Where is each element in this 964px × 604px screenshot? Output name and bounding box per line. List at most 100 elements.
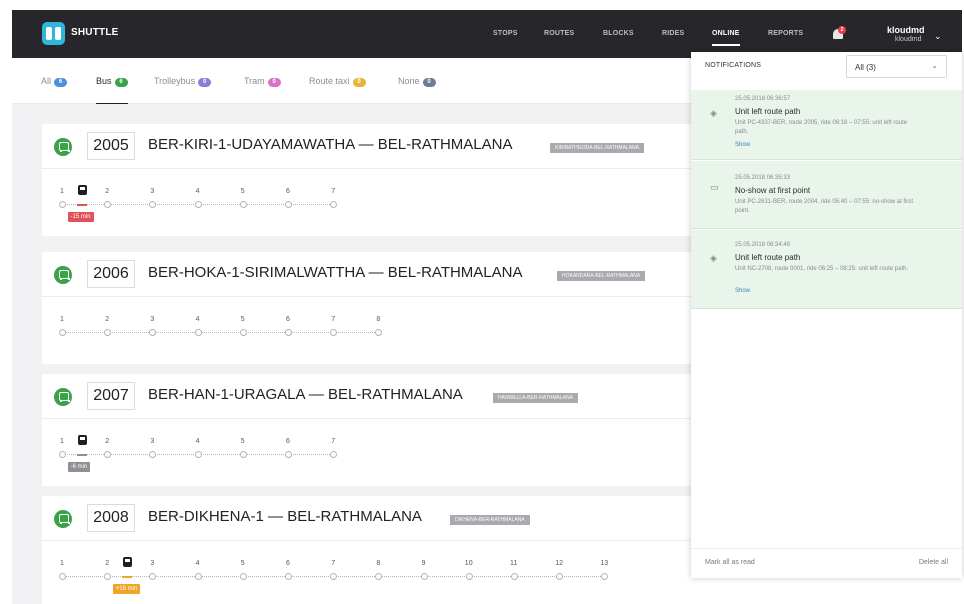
route-card-header: 2005 BER-KIRI-1-UDAYAMAWATHA — BEL-RATHMA… [42, 124, 692, 169]
stop-number: 5 [240, 188, 245, 195]
stop-number: 5 [240, 316, 245, 323]
notifications-filter-value: All (3) [855, 63, 876, 72]
stop-marker[interactable] [149, 329, 157, 336]
stop-marker[interactable] [104, 201, 112, 208]
mark-all-read-button[interactable]: Mark all as read [705, 559, 755, 566]
filter-bus[interactable]: Bus 6 [96, 76, 128, 105]
notifications-bell-icon[interactable]: 2 [832, 26, 846, 40]
stop-marker[interactable] [59, 573, 66, 580]
stop-marker[interactable] [194, 201, 202, 208]
delay-badge: +16 min [112, 584, 141, 594]
notifications-panel: NOTIFICATIONS All (3) ⌄ ◈ 25.05.2018 06:… [691, 52, 962, 578]
route-number[interactable]: 2005 [87, 132, 135, 160]
stop-marker[interactable] [194, 329, 202, 336]
stop-marker[interactable] [194, 573, 202, 580]
stop-marker[interactable] [59, 329, 66, 336]
stop-number: 3 [150, 188, 155, 195]
stop-marker[interactable] [285, 329, 292, 336]
route-number[interactable]: 2008 [87, 504, 135, 532]
delete-all-button[interactable]: Delete all [919, 559, 948, 566]
nav-routes[interactable]: ROUTES [544, 30, 574, 37]
route-card[interactable]: 2006 BER-HOKA-1-SIRIMALWATTHA — BEL-RATHM… [42, 252, 692, 364]
nav-reports[interactable]: REPORTS [768, 30, 803, 37]
stop-marker[interactable] [330, 201, 338, 208]
stop-marker[interactable] [239, 201, 247, 208]
filter-count-badge: 0 [422, 78, 436, 87]
filter-label: Bus [96, 76, 112, 86]
filter-none[interactable]: None 0 [398, 76, 436, 87]
stop-number: 7 [331, 188, 336, 195]
stop-number: 1 [60, 188, 64, 195]
bus-position-icon[interactable] [122, 557, 132, 567]
bus-route-icon [54, 266, 72, 284]
stop-marker[interactable] [330, 573, 338, 580]
nav-online[interactable]: ONLINE [712, 30, 740, 46]
stop-marker[interactable] [330, 451, 338, 458]
filter-all[interactable]: All 6 [41, 76, 68, 87]
stop-number: 2 [105, 316, 110, 323]
notification-show-link[interactable]: Show [735, 142, 750, 148]
filter-tram[interactable]: Tram 0 [244, 76, 281, 87]
user-menu-chevron-down-icon[interactable]: ⌄ [934, 31, 942, 42]
bus-position-icon[interactable] [77, 435, 87, 445]
stop-number: 4 [195, 316, 200, 323]
notification-item[interactable]: ◈ 25.05.2018 06:36:57 Unit left route pa… [691, 90, 962, 160]
notification-item[interactable]: ◈ 25.05.2018 06:34:48 Unit left route pa… [691, 230, 962, 309]
route-number[interactable]: 2007 [87, 382, 135, 410]
stop-marker[interactable] [239, 451, 247, 458]
nav-rides[interactable]: RIDES [662, 30, 684, 37]
bus-position-icon[interactable] [77, 185, 87, 195]
stop-marker[interactable] [149, 451, 157, 458]
notification-show-link[interactable]: Show [735, 288, 750, 294]
stop-marker[interactable] [375, 329, 383, 336]
stop-marker[interactable] [149, 201, 157, 208]
route-name[interactable]: BER-HOKA-1-SIRIMALWATTHA — BEL-RATHMALAN… [148, 264, 523, 281]
stop-marker[interactable] [239, 573, 247, 580]
stop-marker[interactable] [601, 573, 609, 580]
stop-marker[interactable] [556, 573, 564, 580]
shuttle-logo-icon[interactable] [42, 22, 65, 45]
nav-blocks[interactable]: BLOCKS [603, 30, 634, 37]
stop-number: 12 [555, 560, 563, 567]
stop-marker[interactable] [194, 451, 202, 458]
route-card[interactable]: 2007 BER-HAN-1-URAGALA — BEL-RATHMALANA HA… [42, 374, 692, 486]
stop-number: 3 [150, 438, 155, 445]
stop-marker[interactable] [285, 451, 292, 458]
route-name[interactable]: BER-DIKHENA-1 — BEL-RATHMALANA [148, 508, 422, 525]
stop-marker[interactable] [420, 573, 428, 580]
notifications-footer: Mark all as read Delete all [691, 548, 962, 578]
filter-route-taxi[interactable]: Route taxi 0 [309, 76, 366, 87]
stop-marker[interactable] [59, 201, 66, 208]
route-card-header: 2006 BER-HOKA-1-SIRIMALWATTHA — BEL-RATHM… [42, 252, 692, 297]
filter-label: Tram [244, 76, 265, 86]
route-number[interactable]: 2006 [87, 260, 135, 288]
stop-marker[interactable] [285, 201, 292, 208]
route-card[interactable]: 2005 BER-KIRI-1-UDAYAMAWATHA — BEL-RATHMA… [42, 124, 692, 236]
stop-marker[interactable] [511, 573, 518, 580]
stop-marker[interactable] [465, 573, 473, 580]
top-navigation-bar: SHUTTLE STOPS ROUTES BLOCKS RIDES ONLINE… [12, 10, 962, 58]
notification-title: Unit left route path [735, 107, 801, 116]
stop-marker[interactable] [375, 573, 383, 580]
route-name[interactable]: BER-HAN-1-URAGALA — BEL-RATHMALANA [148, 386, 463, 403]
filter-trolleybus[interactable]: Trolleybus 0 [154, 76, 212, 87]
stop-marker[interactable] [330, 329, 338, 336]
filter-label: All [41, 76, 52, 86]
stop-marker[interactable] [285, 573, 292, 580]
brand-name[interactable]: SHUTTLE [71, 27, 119, 38]
stop-marker[interactable] [59, 451, 66, 458]
notification-item[interactable]: ▭ 25.05.2018 06:35:33 No-show at first p… [691, 161, 962, 229]
stop-marker[interactable] [239, 329, 247, 336]
notifications-filter-select[interactable]: All (3) ⌄ [846, 55, 947, 78]
user-name[interactable]: kloudmd [887, 25, 925, 35]
stop-marker[interactable] [149, 573, 157, 580]
stop-number: 4 [195, 438, 200, 445]
route-card-header: 2008 BER-DIKHENA-1 — BEL-RATHMALANA DIKHEN… [42, 496, 692, 541]
stop-marker[interactable] [104, 451, 112, 458]
stop-marker[interactable] [104, 329, 112, 336]
stop-marker[interactable] [104, 573, 112, 580]
route-name[interactable]: BER-KIRI-1-UDAYAMAWATHA — BEL-RATHMALANA [148, 136, 513, 153]
stop-number: 6 [286, 438, 290, 445]
nav-stops[interactable]: STOPS [493, 30, 518, 37]
route-card[interactable]: 2008 BER-DIKHENA-1 — BEL-RATHMALANA DIKHEN… [42, 496, 692, 604]
